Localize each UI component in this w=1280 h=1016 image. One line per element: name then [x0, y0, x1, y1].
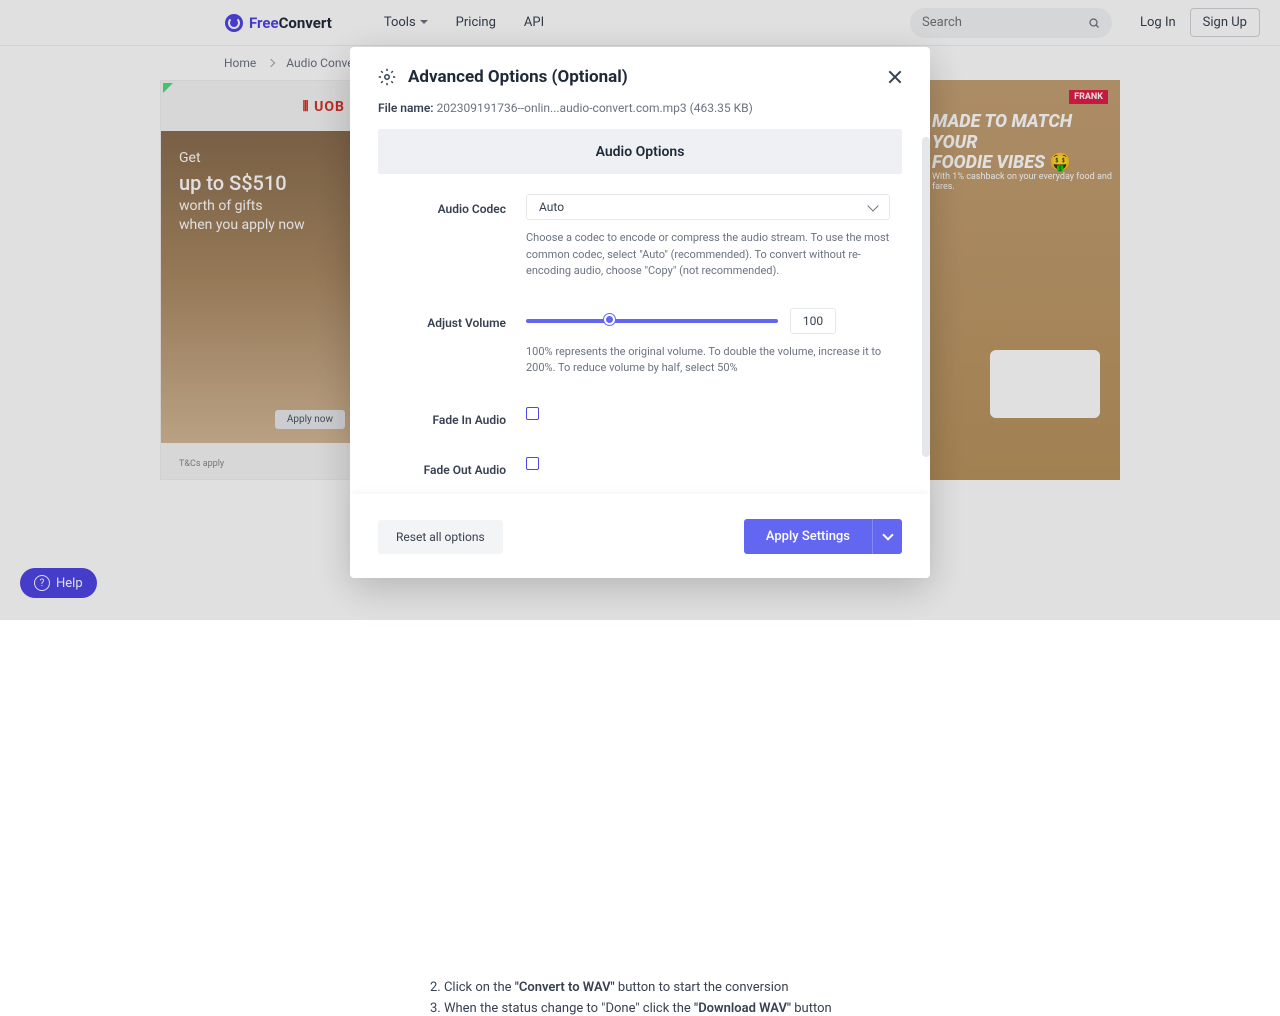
reset-button[interactable]: Reset all options [378, 520, 503, 554]
apply-dropdown[interactable] [872, 519, 902, 554]
apply-button[interactable]: Apply Settings [744, 519, 872, 554]
gear-icon [378, 68, 396, 86]
chevron-down-icon [867, 200, 878, 211]
advanced-options-modal: Advanced Options (Optional) File name: 2… [350, 47, 930, 578]
chevron-down-icon [882, 529, 893, 540]
codec-label: Audio Codec [378, 194, 506, 280]
volume-help: 100% represents the original volume. To … [526, 344, 890, 377]
file-name-value: 202309191736--onlin...audio-convert.com.… [437, 101, 753, 115]
fadeout-label: Fade Out Audio [378, 455, 506, 477]
scrollbar[interactable] [922, 137, 930, 494]
volume-input[interactable] [790, 308, 836, 334]
file-name-label: File name: [378, 101, 434, 115]
codec-value: Auto [539, 200, 564, 214]
volume-slider[interactable] [526, 311, 778, 331]
section-header: Audio Options [378, 129, 902, 174]
fadein-label: Fade In Audio [378, 405, 506, 427]
modal-title: Advanced Options (Optional) [408, 67, 628, 87]
step-3: 3. When the status change to "Done" clic… [430, 1001, 1280, 1016]
volume-label: Adjust Volume [378, 308, 506, 377]
file-name-row: File name: 202309191736--onlin...audio-c… [350, 101, 930, 129]
codec-select[interactable]: Auto [526, 194, 890, 220]
instructions: 2. Click on the "Convert to WAV" button … [430, 980, 1280, 1016]
fadeout-checkbox[interactable] [526, 457, 539, 470]
fadein-checkbox[interactable] [526, 407, 539, 420]
slider-thumb[interactable] [604, 314, 615, 325]
close-button[interactable] [888, 70, 902, 84]
codec-help: Choose a codec to encode or compress the… [526, 230, 890, 280]
step-2: 2. Click on the "Convert to WAV" button … [430, 980, 1280, 995]
